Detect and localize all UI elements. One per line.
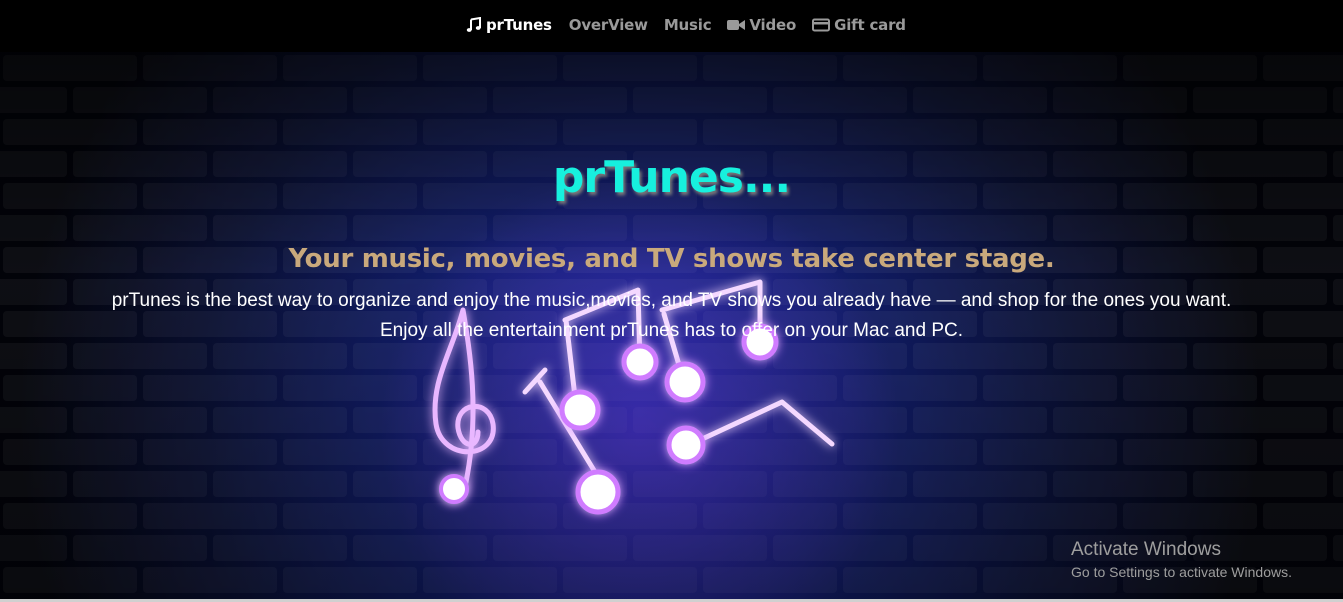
nav-item-overview-label: OverView: [568, 16, 648, 34]
nav-links: prTunes OverView Music Video Gift card: [466, 14, 922, 36]
activate-windows-watermark: Activate Windows Go to Settings to activ…: [1071, 538, 1292, 582]
nav-item-gift-card-label: Gift card: [834, 16, 906, 34]
watermark-subtitle: Go to Settings to activate Windows.: [1071, 564, 1292, 580]
nav-item-gift-card[interactable]: Gift card: [812, 16, 906, 34]
video-camera-icon: [727, 20, 746, 30]
hero-title: prTunes...: [552, 152, 791, 203]
nav-item-video-label: Video: [749, 16, 797, 34]
watermark-title: Activate Windows: [1071, 539, 1221, 560]
hero-description: prTunes is the best way to organize and …: [111, 290, 1232, 341]
music-note-icon: [466, 17, 481, 32]
credit-card-icon: [812, 18, 831, 32]
top-navbar: prTunes OverView Music Video Gift card: [0, 0, 1343, 52]
hero-section: prTunes... Your music, movies, and TV sh…: [0, 52, 1343, 600]
nav-item-music[interactable]: Music: [664, 16, 712, 34]
hero-subtitle: Your music, movies, and TV shows take ce…: [288, 244, 1055, 274]
nav-brand-link[interactable]: prTunes: [466, 16, 552, 34]
nav-item-video[interactable]: Video: [727, 16, 796, 34]
nav-item-overview[interactable]: OverView: [569, 16, 648, 34]
nav-brand-label: prTunes: [486, 16, 552, 34]
nav-item-music-label: Music: [663, 16, 712, 34]
